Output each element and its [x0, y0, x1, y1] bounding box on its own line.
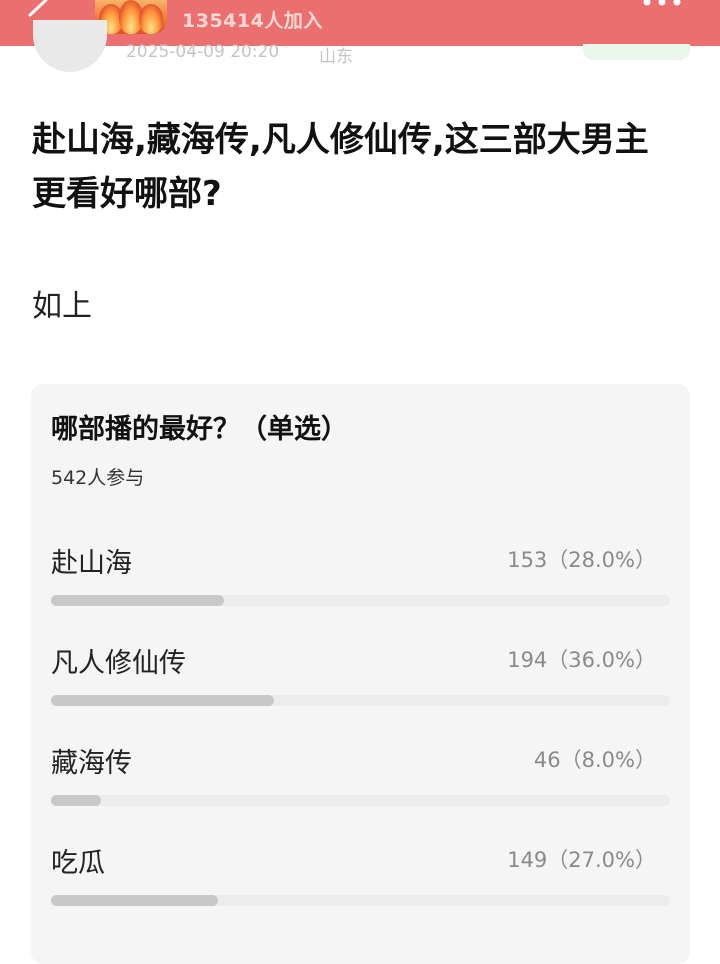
poll-bar-track — [51, 795, 670, 806]
post-time: 2025-04-09 20:20 — [126, 42, 280, 62]
poll-option[interactable]: 凡人修仙传 194（36.0%） — [31, 641, 690, 721]
poll-bar-fill — [51, 695, 274, 706]
poll-bar-track — [51, 695, 670, 706]
poll-participants: 542人参与 — [51, 467, 145, 489]
poll-option-stat: 149（27.0%） — [507, 848, 656, 872]
poll-option[interactable]: 赴山海 153（28.0%） — [31, 541, 690, 621]
poll-bar-fill — [51, 895, 219, 906]
follow-button[interactable] — [583, 44, 690, 60]
poll-option-label: 凡人修仙传 — [51, 648, 186, 679]
poll-option-stat: 46（8.0%） — [533, 748, 656, 772]
poll-option-stat: 194（36.0%） — [507, 648, 656, 672]
poll-option-label: 赴山海 — [51, 548, 132, 579]
post-body: 如上 — [32, 289, 92, 324]
poll-card: 哪部播的最好？（单选） 542人参与 赴山海 153（28.0%） 凡人修仙传 … — [31, 384, 690, 964]
member-count: 135414人加入 — [182, 10, 323, 32]
poll-option-label: 藏海传 — [51, 748, 132, 779]
poll-bar-fill — [51, 595, 225, 606]
group-header: 135414人加入 — [0, 0, 720, 46]
back-arrow-icon[interactable] — [26, 0, 48, 18]
poll-option[interactable]: 吃瓜 149（27.0%） — [31, 841, 690, 921]
user-avatar[interactable] — [33, 20, 107, 72]
poll-bar-fill — [51, 795, 101, 806]
more-dots-icon[interactable] — [642, 0, 682, 8]
poll-option[interactable]: 藏海传 46（8.0%） — [31, 741, 690, 821]
poll-option-stat: 153（28.0%） — [507, 548, 656, 572]
poll-option-label: 吃瓜 — [51, 848, 105, 879]
poll-question: 哪部播的最好？（单选） — [51, 414, 348, 445]
poll-bar-track — [51, 895, 670, 906]
post-title: 赴山海,藏海传,凡人修仙传,这三部大男主更看好哪部? — [32, 120, 649, 214]
post-region: 山东 — [319, 47, 353, 67]
poll-bar-track — [51, 595, 670, 606]
